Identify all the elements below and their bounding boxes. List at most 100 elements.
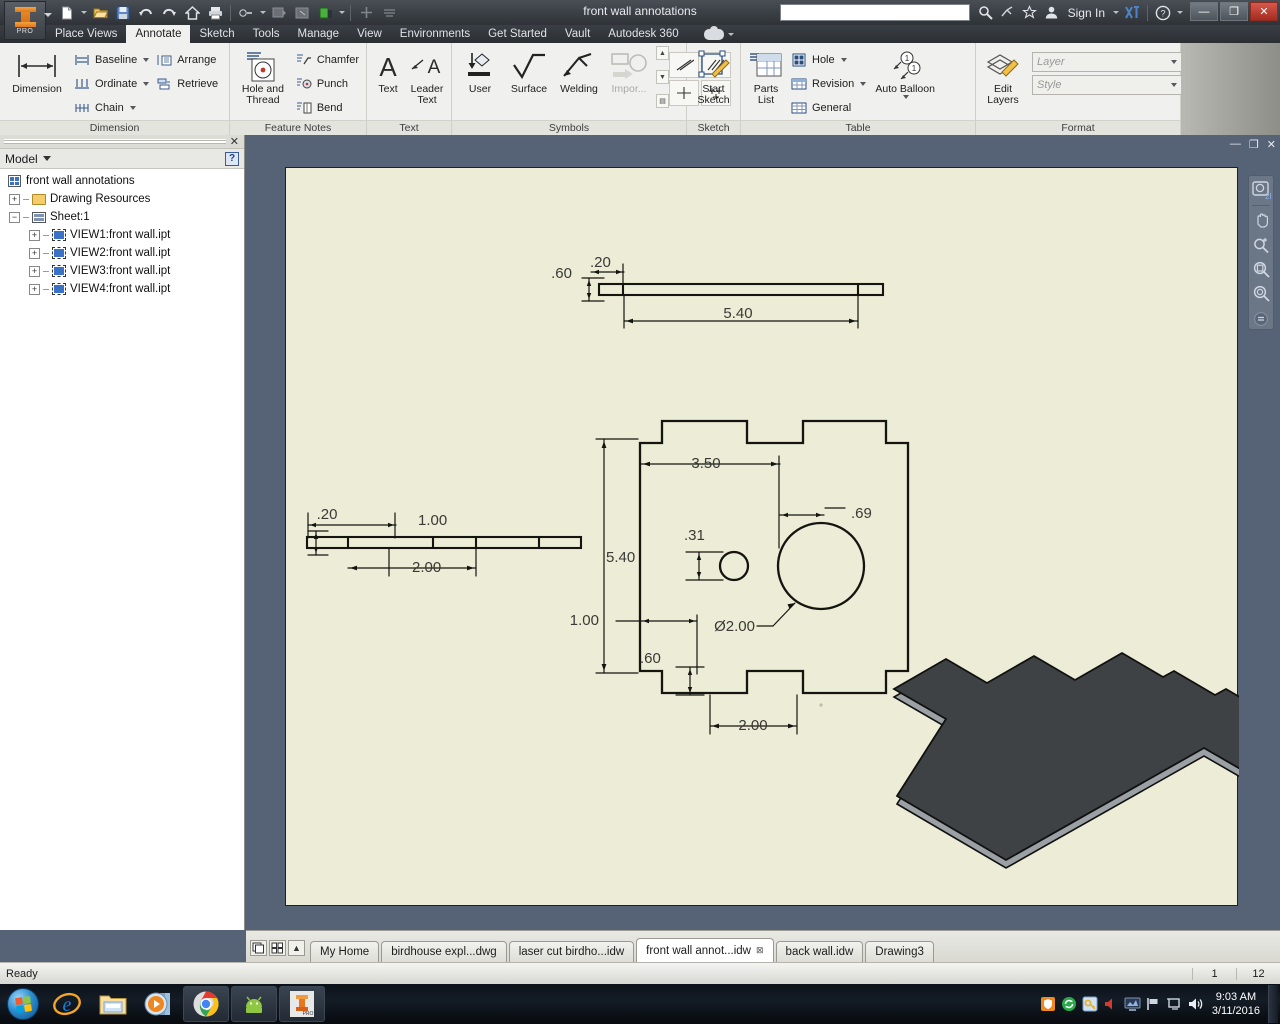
return-dropdown-icon[interactable] <box>258 2 267 23</box>
expander-view1[interactable]: + <box>29 229 40 241</box>
hole-table-dropdown-icon[interactable] <box>840 57 847 62</box>
tree-item-sheet[interactable]: − Sheet:1 <box>3 208 244 226</box>
doc-tab-birdhouse-expl[interactable]: birdhouse expl...dwg <box>381 941 507 962</box>
symbols-gallery-scroll[interactable]: ▲ ▼ ▤ <box>656 46 669 108</box>
maximize-button[interactable]: ❐ <box>1220 2 1248 21</box>
speaker-icon[interactable] <box>1185 994 1206 1015</box>
dim-front-060[interactable]: .60 <box>640 650 661 667</box>
tree-item-view4[interactable]: + VIEW4:front wall.ipt <box>3 280 244 298</box>
baseline-button[interactable]: Baseline <box>70 48 152 71</box>
add-command-icon[interactable] <box>355 2 377 23</box>
tab-manage[interactable]: Manage <box>289 25 349 43</box>
chamfer-button[interactable]: Chamfer <box>292 48 362 71</box>
sign-in-button[interactable]: Sign In <box>1064 6 1109 20</box>
help-icon[interactable]: ? <box>1153 2 1173 24</box>
tree-item-document[interactable]: front wall annotations <box>3 172 244 190</box>
dim-top-540[interactable]: 5.40 <box>723 305 752 322</box>
punch-button[interactable]: Punch <box>292 72 362 95</box>
close-button[interactable]: ✕ <box>1250 2 1278 21</box>
expander-view2[interactable]: + <box>29 247 40 259</box>
start-button[interactable] <box>2 985 44 1023</box>
start-sketch-button[interactable]: Start Sketch <box>691 46 737 108</box>
doc-tab-back-wall[interactable]: back wall.idw <box>775 941 864 962</box>
inventor-pro-icon[interactable]: PRO <box>279 986 325 1022</box>
tree-item-view2[interactable]: + VIEW2:front wall.ipt <box>3 244 244 262</box>
gallery-expand-icon[interactable]: ▤ <box>656 94 669 108</box>
tile-windows-icon[interactable] <box>250 940 267 956</box>
dim-left-200[interactable]: 2.00 <box>412 559 441 576</box>
favorites-star-icon[interactable] <box>1020 2 1040 24</box>
tab-annotate[interactable]: Annotate <box>126 25 191 43</box>
bend-button[interactable]: Bend <box>292 96 362 119</box>
dimension-button[interactable]: Dimension <box>4 46 70 97</box>
flag-icon[interactable] <box>1143 994 1164 1015</box>
hole-table-button[interactable]: Hole <box>787 48 869 71</box>
customize-qat-icon[interactable] <box>378 2 400 23</box>
doc-tab-close-icon[interactable]: ⊠ <box>756 945 764 956</box>
zoom-icon[interactable] <box>1250 234 1272 255</box>
sync-icon[interactable] <box>1059 994 1080 1015</box>
tab-sketch[interactable]: Sketch <box>190 25 243 43</box>
application-menu-button[interactable]: PRO <box>4 1 46 40</box>
shield-icon[interactable] <box>1038 994 1059 1015</box>
dim-front-diameter[interactable]: Ø2.00 <box>714 618 755 635</box>
dim-front-069[interactable]: .69 <box>851 505 872 522</box>
welding-symbol-button[interactable]: Welding <box>554 46 604 97</box>
dim-front-350[interactable]: 3.50 <box>691 455 720 472</box>
doc-tab-my-home[interactable]: My Home <box>310 941 380 962</box>
tab-autodesk-360[interactable]: Autodesk 360 <box>599 25 687 43</box>
layer-select-caret-icon[interactable] <box>1171 60 1177 64</box>
parts-list-button[interactable]: Parts List <box>745 46 787 108</box>
search-input[interactable] <box>779 4 970 21</box>
minimize-button[interactable]: — <box>1190 2 1218 21</box>
color-dropdown-icon[interactable] <box>337 2 346 23</box>
drawing-restore-button[interactable]: ❐ <box>1249 138 1259 151</box>
dim-front-200[interactable]: 2.00 <box>738 717 767 734</box>
tab-get-started[interactable]: Get Started <box>479 25 556 43</box>
file-explorer-icon[interactable] <box>90 986 136 1022</box>
zoom-all-icon[interactable] <box>1250 284 1272 305</box>
home-icon[interactable] <box>181 2 203 23</box>
cloud-dropdown-icon[interactable] <box>727 24 736 45</box>
tab-view[interactable]: View <box>348 25 391 43</box>
surface-symbol-button[interactable]: Surface <box>504 46 554 97</box>
windows-media-player-icon[interactable] <box>136 986 182 1022</box>
dim-front-100[interactable]: 1.00 <box>570 612 599 629</box>
zoom-window-icon[interactable] <box>1250 259 1272 280</box>
tab-place-views[interactable]: Place Views <box>46 25 126 43</box>
chain-button[interactable]: Chain <box>70 96 152 119</box>
baseline-dropdown-icon[interactable] <box>143 57 150 62</box>
communication-center-icon[interactable] <box>998 2 1018 24</box>
tab-tools[interactable]: Tools <box>244 25 289 43</box>
auto-balloon-dropdown-icon[interactable] <box>903 95 910 99</box>
search-icon[interactable] <box>976 2 996 24</box>
new-dropdown-icon[interactable] <box>79 2 88 23</box>
viewcube-2d-icon[interactable]: 2D <box>1250 180 1272 201</box>
google-chrome-icon[interactable] <box>183 986 229 1022</box>
doc-tab-drawing3[interactable]: Drawing3 <box>865 941 934 962</box>
revision-table-button[interactable]: Revision <box>787 72 869 95</box>
expander-view4[interactable]: + <box>29 283 40 295</box>
save-icon[interactable] <box>112 2 134 23</box>
doc-tab-front-wall-annot[interactable]: front wall annot...idw ⊠ <box>636 938 774 962</box>
open-icon[interactable] <box>89 2 111 23</box>
hole-and-thread-button[interactable]: Hole and Thread <box>234 46 292 108</box>
navigation-menu-icon[interactable] <box>1250 308 1272 329</box>
scroll-up-icon[interactable]: ▲ <box>288 940 305 956</box>
chain-dropdown-icon[interactable] <box>129 105 136 110</box>
dim-front-031[interactable]: .31 <box>684 527 705 544</box>
expander-sheet[interactable]: − <box>9 211 20 223</box>
application-menu-caret-icon[interactable] <box>44 13 52 17</box>
taskbar-clock[interactable]: 9:03 AM 3/11/2016 <box>1206 990 1268 1018</box>
network-monitor-icon[interactable] <box>1122 994 1143 1015</box>
color-icon[interactable] <box>314 2 336 23</box>
tab-environments[interactable]: Environments <box>391 25 479 43</box>
doc-tab-laser-cut-birdhouse[interactable]: laser cut birdho...idw <box>508 941 635 962</box>
dim-top-060[interactable]: .60 <box>551 265 572 282</box>
tab-vault[interactable]: Vault <box>556 25 599 43</box>
leader-text-button[interactable]: A Leader Text <box>406 46 448 108</box>
internet-explorer-icon[interactable]: e <box>44 986 90 1022</box>
android-studio-icon[interactable] <box>231 986 277 1022</box>
drawing-close-button[interactable]: ✕ <box>1267 138 1276 151</box>
style-select[interactable]: Style <box>1032 75 1182 95</box>
